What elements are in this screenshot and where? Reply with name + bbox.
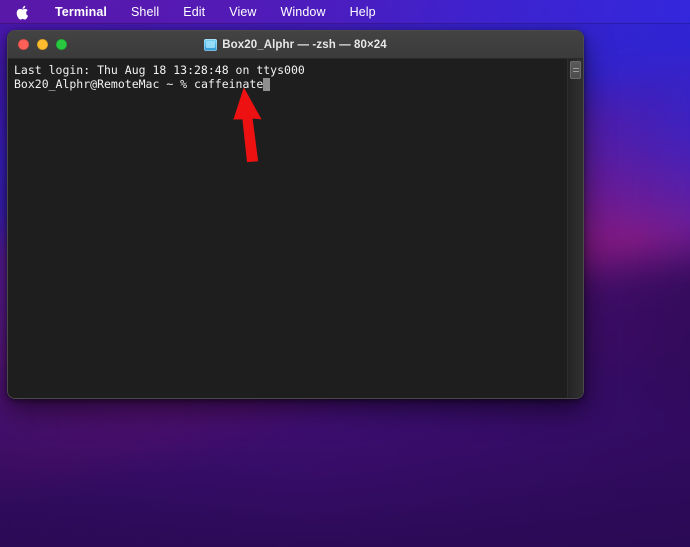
window-title: Box20_Alphr — -zsh — 80×24 xyxy=(222,38,387,51)
menu-bar: Terminal Shell Edit View Window Help xyxy=(0,0,690,24)
terminal-output-line: Last login: Thu Aug 18 13:28:48 on ttys0… xyxy=(14,63,305,77)
apple-logo-icon[interactable] xyxy=(16,5,29,20)
terminal-prompt-line[interactable]: Box20_Alphr@RemoteMac ~ % caffeinate xyxy=(14,77,583,91)
menu-item-window[interactable]: Window xyxy=(269,5,338,19)
terminal-command: caffeinate xyxy=(194,77,264,91)
menu-item-help[interactable]: Help xyxy=(338,5,388,19)
terminal-window: Box20_Alphr — -zsh — 80×24 Last login: T… xyxy=(7,30,584,399)
scrollbar-thumb[interactable] xyxy=(570,61,581,79)
block-cursor xyxy=(263,77,271,91)
terminal-prompt: Box20_Alphr@RemoteMac ~ % xyxy=(14,77,195,91)
window-title-group: Box20_Alphr — -zsh — 80×24 xyxy=(8,31,583,58)
terminal-app-icon xyxy=(204,38,218,51)
scrollbar-grip-line xyxy=(572,68,579,69)
terminal-body[interactable]: Last login: Thu Aug 18 13:28:48 on ttys0… xyxy=(8,59,583,398)
screen: Terminal Shell Edit View Window Help Box… xyxy=(0,0,690,547)
close-button[interactable] xyxy=(18,39,29,50)
menu-item-terminal[interactable]: Terminal xyxy=(43,5,119,19)
traffic-light-buttons xyxy=(18,39,67,50)
minimize-button[interactable] xyxy=(37,39,48,50)
menu-item-edit[interactable]: Edit xyxy=(171,5,217,19)
window-title-bar[interactable]: Box20_Alphr — -zsh — 80×24 xyxy=(8,31,583,59)
scrollbar-grip-line xyxy=(572,71,579,72)
maximize-button[interactable] xyxy=(56,39,67,50)
vertical-scrollbar[interactable] xyxy=(567,59,583,398)
menu-item-shell[interactable]: Shell xyxy=(119,5,171,19)
menu-item-view[interactable]: View xyxy=(217,5,268,19)
